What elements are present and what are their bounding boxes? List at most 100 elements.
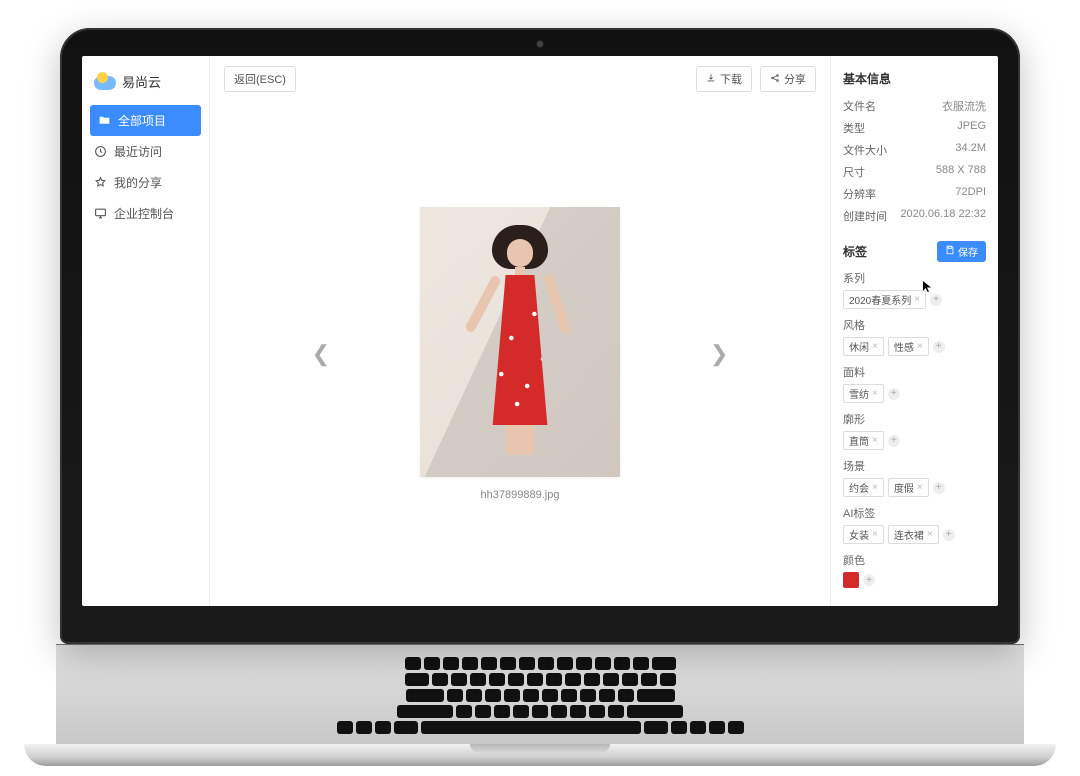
info-row: 分辨率 72DPI xyxy=(843,183,986,205)
add-tag-button[interactable]: + xyxy=(943,529,955,541)
info-row: 文件大小 34.2M xyxy=(843,139,986,161)
info-value: 72DPI xyxy=(955,186,986,202)
tag-group-shape: 廓形 直筒× + xyxy=(843,411,986,450)
tag-chip[interactable]: 雪纺× xyxy=(843,384,884,403)
tag-chip[interactable]: 休闲× xyxy=(843,337,884,356)
cloud-icon xyxy=(94,74,116,90)
remove-icon[interactable]: × xyxy=(917,341,923,352)
brand-logo[interactable]: 易尚云 xyxy=(82,66,209,105)
preview-image[interactable] xyxy=(420,207,620,477)
add-tag-button[interactable]: + xyxy=(933,341,945,353)
remove-icon[interactable]: × xyxy=(927,529,933,540)
tag-chip[interactable]: 约会× xyxy=(843,478,884,497)
sidebar-item-shared[interactable]: 我的分享 xyxy=(82,167,209,198)
save-label: 保存 xyxy=(958,244,978,259)
brand-name: 易尚云 xyxy=(122,72,161,91)
download-icon xyxy=(706,73,716,86)
basic-info-title: 基本信息 xyxy=(843,70,986,87)
star-icon xyxy=(94,176,107,189)
sidebar-item-all[interactable]: 全部项目 xyxy=(90,105,201,136)
keyboard xyxy=(56,644,1024,744)
tag-group-scene: 场景 约会× 度假× + xyxy=(843,458,986,497)
tag-chip[interactable]: 连衣裙× xyxy=(888,525,939,544)
tag-chip[interactable]: 2020春夏系列× xyxy=(843,290,926,309)
tag-group-series: 系列 2020春夏系列× + xyxy=(843,270,986,309)
info-key: 类型 xyxy=(843,120,865,136)
sidebar-item-label: 我的分享 xyxy=(114,174,162,191)
prev-arrow[interactable]: ❮ xyxy=(302,331,340,377)
sidebar-item-label: 企业控制台 xyxy=(114,205,174,222)
save-button[interactable]: 保存 xyxy=(937,241,986,262)
info-value: 34.2M xyxy=(955,142,986,158)
tag-group-label: 风格 xyxy=(843,317,986,333)
add-tag-button[interactable]: + xyxy=(888,388,900,400)
info-value: JPEG xyxy=(957,120,986,136)
remove-icon[interactable]: × xyxy=(872,482,878,493)
download-label: 下载 xyxy=(720,71,742,87)
clock-icon xyxy=(94,145,107,158)
info-key: 尺寸 xyxy=(843,164,865,180)
monitor-icon xyxy=(94,207,107,220)
download-button[interactable]: 下载 xyxy=(696,66,752,92)
add-tag-button[interactable]: + xyxy=(933,482,945,494)
tag-group-label: 颜色 xyxy=(843,552,986,568)
image-wrap: hh37899889.jpg xyxy=(420,207,620,501)
color-swatch[interactable] xyxy=(843,572,859,588)
sidebar-item-label: 最近访问 xyxy=(114,143,162,160)
share-icon xyxy=(770,73,780,86)
info-key: 创建时间 xyxy=(843,208,887,224)
tag-group-label: AI标签 xyxy=(843,505,986,521)
remove-icon[interactable]: × xyxy=(872,435,878,446)
file-name: hh37899889.jpg xyxy=(420,489,620,501)
back-button[interactable]: 返回(ESC) xyxy=(224,66,296,92)
info-key: 分辨率 xyxy=(843,186,876,202)
info-key: 文件大小 xyxy=(843,142,887,158)
share-button[interactable]: 分享 xyxy=(760,66,816,92)
add-tag-button[interactable]: + xyxy=(863,574,875,586)
remove-icon[interactable]: × xyxy=(872,388,878,399)
remove-icon[interactable]: × xyxy=(872,529,878,540)
add-tag-button[interactable]: + xyxy=(930,294,942,306)
info-row: 尺寸 588 X 788 xyxy=(843,161,986,183)
tag-group-ai: AI标签 女装× 连衣裙× + xyxy=(843,505,986,544)
laptop-frame: 易尚云 全部项目 最近访问 xyxy=(60,28,1020,766)
screen-bezel: 易尚云 全部项目 最近访问 xyxy=(60,28,1020,644)
tag-chip[interactable]: 直筒× xyxy=(843,431,884,450)
add-tag-button[interactable]: + xyxy=(888,435,900,447)
info-row: 类型 JPEG xyxy=(843,117,986,139)
tag-group-label: 廓形 xyxy=(843,411,986,427)
info-row: 创建时间 2020.06.18 22:32 xyxy=(843,205,986,227)
share-label: 分享 xyxy=(784,71,806,87)
info-panel: 基本信息 文件名 衣服流洗 类型 JPEG 文件大小 34.2M 尺寸 588 X 78… xyxy=(830,56,998,606)
remove-icon[interactable]: × xyxy=(917,482,923,493)
next-arrow[interactable]: ❯ xyxy=(700,331,738,377)
app-window: 易尚云 全部项目 最近访问 xyxy=(82,56,998,606)
folder-icon xyxy=(98,114,111,127)
sidebar: 易尚云 全部项目 最近访问 xyxy=(82,56,210,606)
save-icon xyxy=(945,245,955,258)
tag-chip[interactable]: 女装× xyxy=(843,525,884,544)
remove-icon[interactable]: × xyxy=(914,294,920,305)
tag-chip[interactable]: 度假× xyxy=(888,478,929,497)
sidebar-item-label: 全部项目 xyxy=(118,112,166,129)
info-value: 衣服流洗 xyxy=(942,98,986,114)
info-key: 文件名 xyxy=(843,98,876,114)
tag-chip[interactable]: 性感× xyxy=(888,337,929,356)
info-row: 文件名 衣服流洗 xyxy=(843,95,986,117)
tag-group-label: 面料 xyxy=(843,364,986,380)
tags-title: 标签 xyxy=(843,243,867,260)
info-value: 588 X 788 xyxy=(936,164,986,180)
tag-group-fabric: 面料 雪纺× + xyxy=(843,364,986,403)
main-area: 返回(ESC) 下载 分享 xyxy=(210,56,830,606)
info-value: 2020.06.18 22:32 xyxy=(900,208,986,224)
sidebar-item-console[interactable]: 企业控制台 xyxy=(82,198,209,229)
toolbar: 返回(ESC) 下载 分享 xyxy=(210,56,830,102)
tag-group-label: 系列 xyxy=(843,270,986,286)
back-label: 返回(ESC) xyxy=(234,71,286,87)
tag-group-style: 风格 休闲× 性感× + xyxy=(843,317,986,356)
sidebar-item-recent[interactable]: 最近访问 xyxy=(82,136,209,167)
camera-icon xyxy=(537,41,543,47)
remove-icon[interactable]: × xyxy=(872,341,878,352)
tag-group-label: 场景 xyxy=(843,458,986,474)
image-viewer: ❮ xyxy=(210,102,830,606)
